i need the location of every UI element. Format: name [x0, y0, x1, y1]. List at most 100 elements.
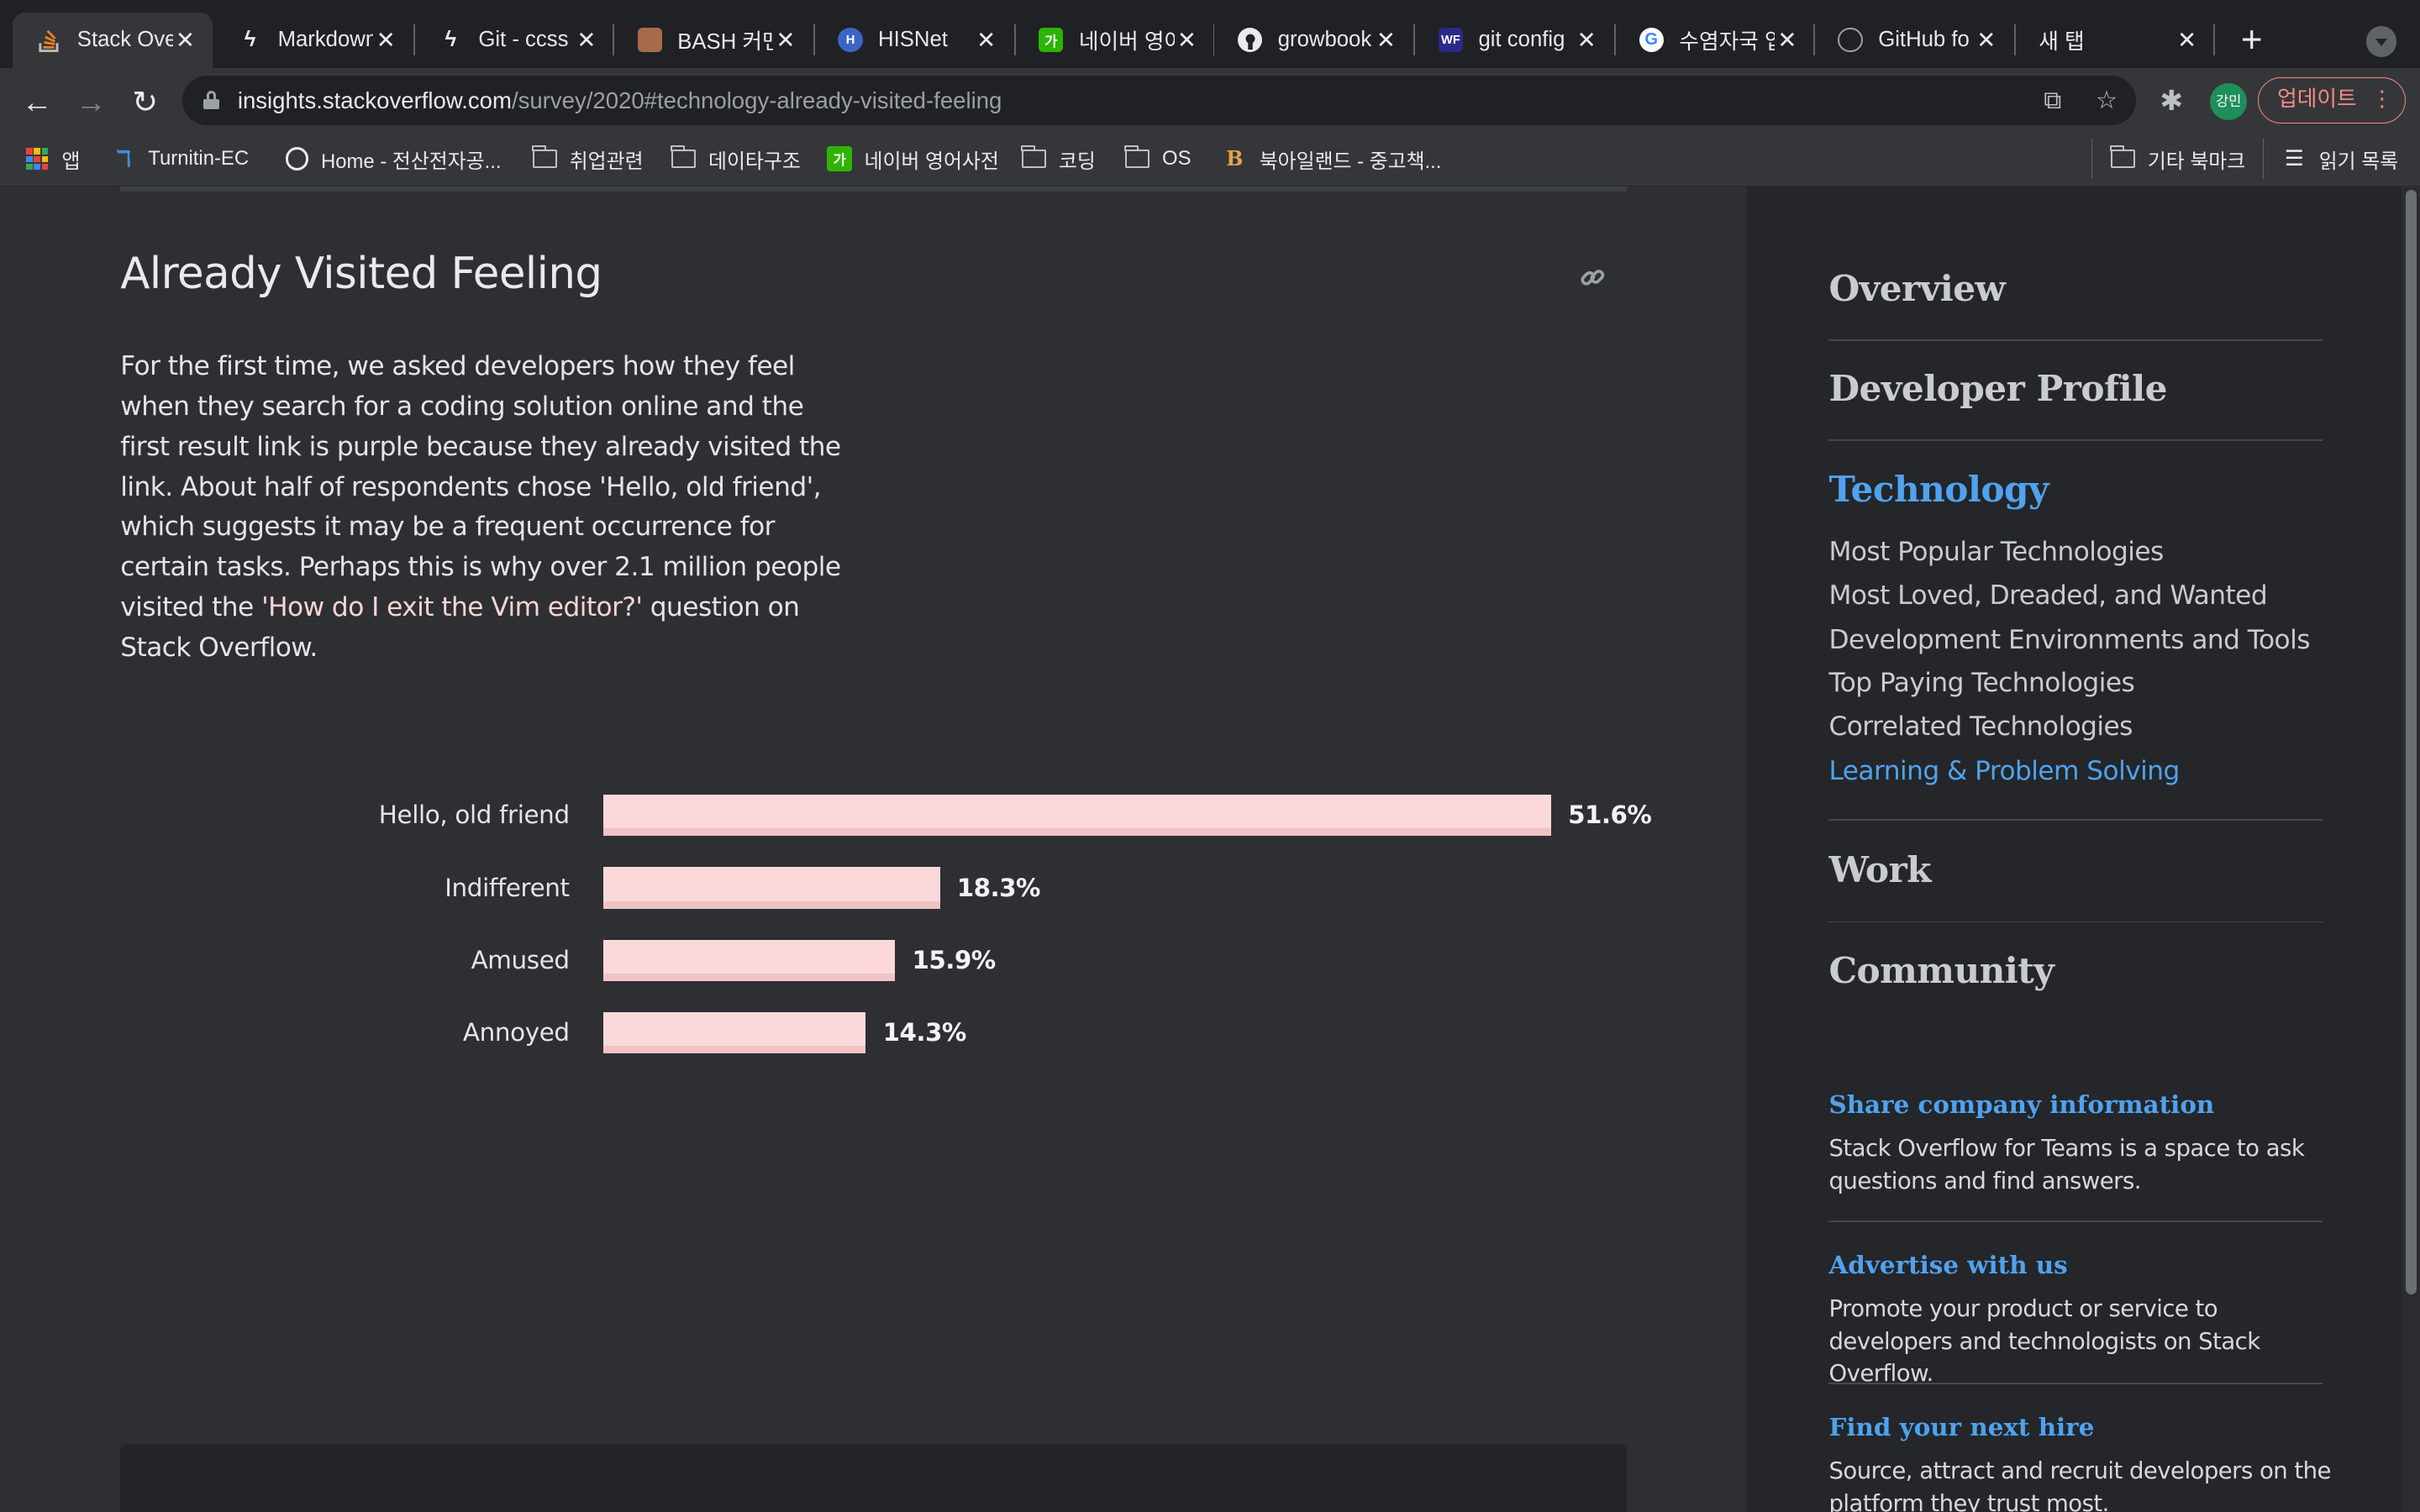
back-icon[interactable]: ←	[15, 81, 58, 123]
browser-window: Stack Overflow ✕ ϟ Markdown ✕ ϟ Git - cc…	[0, 0, 2420, 1512]
nav-most-loved-dreaded-wanted[interactable]: Most Loved, Dreaded, and Wanted	[1828, 580, 2267, 611]
bookmark-folder-datastructure[interactable]: 데이타구조	[671, 142, 801, 176]
tab-git-config[interactable]: WF git config ✕	[1413, 13, 1614, 68]
address-bar[interactable]: insights.stackoverflow.com/survey/2020#t…	[182, 75, 2136, 125]
tab-growbook[interactable]: growbook ✕	[1213, 13, 1414, 68]
star-icon[interactable]: ☆	[2093, 87, 2121, 114]
close-icon[interactable]: ✕	[1574, 28, 1598, 52]
folder-icon	[2109, 144, 2136, 171]
google-icon: G	[1639, 28, 1664, 53]
nav-correlated-technologies[interactable]: Correlated Technologies	[1828, 711, 2133, 742]
translate-icon[interactable]: ⧉	[2039, 87, 2066, 114]
tab-strip: Stack Overflow ✕ ϟ Markdown ✕ ϟ Git - cc…	[0, 0, 2420, 68]
bookmark-label: 앱	[61, 150, 81, 173]
close-icon[interactable]: ✕	[1175, 28, 1199, 52]
bookmark-reading-list[interactable]: ☰ 읽기 목록	[2262, 139, 2398, 180]
tab-title: Git - ccss	[478, 28, 569, 52]
bookmark-home[interactable]: Home - 전산전자공...	[285, 142, 502, 176]
close-icon[interactable]: ✕	[173, 28, 197, 52]
nav-technology[interactable]: Technology	[1828, 468, 2049, 510]
tab-new[interactable]: 새 탭 ✕	[2014, 13, 2215, 68]
nav-learning-problem-solving[interactable]: Learning & Problem Solving	[1828, 756, 2180, 786]
bookmark-label: 취업관련	[569, 150, 644, 173]
bar-value-label: 14.3%	[882, 1018, 967, 1047]
tab-bash[interactable]: BASH 커맨 ✕	[613, 13, 813, 68]
folder-icon	[1124, 144, 1150, 171]
close-icon[interactable]: ✕	[373, 28, 397, 52]
tab-github[interactable]: GitHub fo ✕	[1813, 13, 2014, 68]
tab-google[interactable]: G 수염자국 업 ✕	[1614, 13, 1815, 68]
profile-avatar[interactable]: 강민	[2210, 83, 2248, 121]
github-icon	[1238, 28, 1263, 53]
tab-search-icon[interactable]	[2365, 26, 2397, 57]
promo-share-company-heading[interactable]: Share company information	[1828, 1089, 2214, 1119]
close-icon[interactable]: ✕	[773, 28, 797, 52]
vim-question-link[interactable]: 'How do I exit the Vim editor?'	[261, 592, 643, 622]
section-title: Already Visited Feeling	[120, 248, 602, 299]
new-tab-icon[interactable]: +	[2232, 21, 2272, 62]
bolt-icon: ϟ	[445, 28, 457, 52]
nav-community[interactable]: Community	[1828, 949, 2054, 991]
tab-git-ccss[interactable]: ϟ Git - ccss ✕	[413, 13, 614, 68]
tab-title: Stack Overflow	[76, 28, 173, 52]
nav-top-paying-technologies[interactable]: Top Paying Technologies	[1828, 668, 2134, 698]
update-label: 업데이트	[2277, 87, 2357, 111]
nav-most-popular-technologies[interactable]: Most Popular Technologies	[1828, 537, 2164, 567]
naver-dict-icon: 가	[1039, 28, 1064, 53]
promo-advertise-heading[interactable]: Advertise with us	[1828, 1250, 2067, 1279]
intro-paragraph: For the first time, we asked developers …	[120, 347, 845, 668]
next-section-card	[120, 1444, 1627, 1512]
url-text[interactable]: insights.stackoverflow.com/survey/2020#t…	[238, 87, 1002, 114]
bookmark-folder-other[interactable]: 기타 북마크	[2091, 139, 2246, 180]
close-icon[interactable]: ✕	[574, 28, 598, 52]
avatar-icon	[637, 28, 662, 53]
extensions-icon[interactable]: ✱	[2156, 86, 2187, 118]
url-host: insights.stackoverflow.com	[237, 87, 512, 113]
close-icon[interactable]: ✕	[1374, 28, 1398, 52]
bar-label: Amused	[471, 945, 571, 974]
promo-find-hire-heading[interactable]: Find your next hire	[1828, 1412, 2094, 1441]
hisnet-icon: H	[838, 28, 863, 53]
bar	[603, 794, 1551, 837]
close-icon[interactable]: ✕	[974, 28, 998, 52]
tab-hisnet[interactable]: H HISNet ✕	[813, 13, 1014, 68]
nav-divider	[1828, 819, 2323, 822]
bookmark-naver-dict[interactable]: 가 네이버 영어사전	[827, 142, 999, 176]
bookmark-folder-jobs[interactable]: 취업관련	[531, 142, 644, 176]
nav-work[interactable]: Work	[1828, 848, 1931, 890]
tab-separator	[2212, 24, 2215, 56]
bookmark-bookshop[interactable]: B 북아일랜드 - 중고책...	[1223, 142, 1441, 176]
nav-developer-profile[interactable]: Developer Profile	[1828, 367, 2167, 409]
apps-icon	[24, 146, 49, 171]
bookmark-label: 데이타구조	[708, 150, 801, 173]
bookmark-apps[interactable]: 앱	[24, 142, 80, 176]
reload-icon[interactable]: ↻	[124, 81, 166, 123]
scrollbar-thumb[interactable]	[2406, 189, 2417, 1294]
tab-markdown[interactable]: ϟ Markdown ✕	[213, 13, 413, 68]
lock-icon	[203, 91, 219, 110]
nav-overview[interactable]: Overview	[1828, 267, 2005, 309]
bookmarks-bar: 앱 ℸ Turnitin-EC Home - 전산전자공... 취업관련 데이타…	[0, 132, 2420, 186]
bookmark-turnitin[interactable]: ℸ Turnitin-EC	[111, 142, 249, 176]
update-button[interactable]: 업데이트 ⋮	[2258, 76, 2407, 123]
forward-icon[interactable]: →	[70, 81, 113, 123]
nav-development-environments[interactable]: Development Environments and Tools	[1828, 625, 2310, 655]
tab-naver-dict[interactable]: 가 네이버 영어 ✕	[1014, 13, 1215, 68]
bar	[603, 867, 940, 909]
close-icon[interactable]: ✕	[1775, 28, 1799, 52]
tab-stackoverflow[interactable]: Stack Overflow ✕	[12, 12, 213, 68]
globe-icon	[285, 147, 309, 171]
permalink-icon[interactable]	[1576, 262, 1609, 296]
bookmark-label: Turnitin-EC	[148, 147, 250, 171]
close-icon[interactable]: ✕	[2175, 28, 2199, 52]
page-scrollbar[interactable]	[2401, 186, 2420, 1512]
bookmark-folder-coding[interactable]: 코딩	[1021, 142, 1096, 176]
close-icon[interactable]: ✕	[1974, 28, 1998, 52]
bookmark-label: 기타 북마크	[2147, 150, 2246, 173]
nav-divider	[1828, 439, 2323, 442]
tab-title: growbook	[1277, 28, 1372, 52]
bookmark-folder-os[interactable]: OS	[1124, 142, 1192, 176]
more-icon: ⋮	[2371, 87, 2393, 111]
survey-sidebar: Overview Developer Profile Technology Mo…	[1747, 186, 2420, 1512]
promo-divider	[1828, 1220, 2323, 1222]
